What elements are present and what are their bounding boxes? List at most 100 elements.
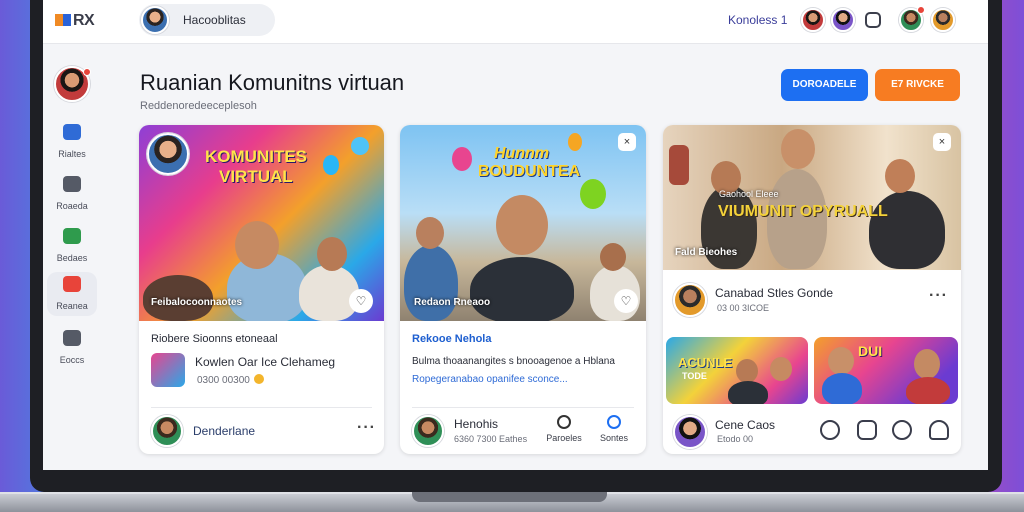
laptop-notch (412, 492, 607, 502)
video-thumbnail-1[interactable]: ACUNLE TODE (666, 337, 808, 404)
author-name[interactable]: Henohis (454, 417, 498, 431)
logo-text: RX (73, 12, 95, 29)
person-head (885, 159, 915, 193)
sidebar-item-bedaes[interactable]: Bedaes (47, 224, 97, 268)
person-head (600, 243, 626, 271)
item-thumbnail[interactable] (151, 353, 185, 387)
action-paroeles[interactable]: Paroeles (546, 415, 582, 443)
person-head (736, 359, 758, 383)
topbar-link[interactable]: Konoless 1 (728, 13, 787, 27)
person-shape (822, 373, 862, 404)
search-box[interactable]: Hacooblitas (139, 4, 275, 36)
notification-dot (917, 6, 925, 14)
sidebar-item-eoccs[interactable]: Eoccs (47, 326, 97, 370)
thumbnail-subtitle: TODE (682, 371, 707, 381)
card-image[interactable]: Hunnm BOUDUNTEA Redaon Rneaoo ♡ × (400, 125, 646, 321)
balloon-icon (323, 155, 339, 175)
app-screen: RX Hacooblitas Konoless 1 Rialtes Roaeda… (43, 0, 988, 470)
action-sontes[interactable]: Sontes (596, 415, 632, 443)
more-options-icon[interactable]: ··· (357, 419, 376, 437)
item-meta: 03 00 3ICOE (717, 303, 770, 313)
profile-avatar[interactable] (931, 8, 955, 32)
author-avatar[interactable] (412, 415, 444, 447)
close-icon[interactable]: × (618, 133, 636, 151)
action-label: Sontes (599, 433, 629, 443)
card-link[interactable]: Ropegeranabao opanifee sconce... (412, 374, 568, 385)
page-title: Ruanian Komunitns virtuan (140, 70, 405, 95)
person-head (781, 129, 815, 169)
close-icon[interactable]: × (933, 133, 951, 151)
coin-icon (253, 374, 264, 384)
image-title-line-1: KOMUNITES (205, 147, 307, 166)
sidebar-item-reanea[interactable]: Reanea (47, 272, 97, 316)
top-bar: RX Hacooblitas Konoless 1 (43, 0, 988, 44)
secondary-button[interactable]: E7 RIVCKE (875, 69, 960, 101)
app-logo[interactable]: RX (55, 12, 95, 30)
card-image[interactable]: Gaohool Eleee VIUMUNIT OPYRUALL Fald Bie… (663, 125, 961, 270)
image-title: KOMUNITES VIRTUAL (205, 147, 307, 187)
video-thumbnail-2[interactable]: DUI (814, 337, 958, 404)
search-text: Hacooblitas (183, 13, 246, 27)
author-avatar[interactable] (151, 415, 183, 447)
thumbnail-title: DUI (858, 343, 883, 359)
item-title[interactable]: Canabad Stles Gonde (715, 286, 833, 300)
wall-frame (669, 145, 689, 185)
balloon-icon (568, 133, 582, 151)
author-avatar[interactable] (673, 415, 707, 449)
person-head (496, 195, 548, 255)
image-title-line-2: BOUDUNTEA (478, 163, 581, 180)
person-head (914, 349, 940, 379)
sidebar-item-label: Roaeda (56, 201, 88, 211)
thumbnail-title: ACUNLE (678, 355, 733, 370)
emoji-icon[interactable] (820, 420, 840, 440)
user-avatar (141, 6, 169, 34)
home-icon (63, 276, 81, 292)
community-card-2[interactable]: Hunnm BOUDUNTEA Redaon Rneaoo ♡ × Rekooe … (400, 125, 646, 454)
friend-avatar-2[interactable] (831, 8, 855, 32)
sidebar-avatar-badge (83, 68, 91, 76)
image-caption-top: Gaohool Eleee (719, 189, 779, 199)
sidebar-item-label: Bedaes (56, 253, 88, 263)
person-shape (728, 381, 768, 404)
person-shape (404, 245, 458, 321)
user-icon[interactable] (929, 420, 949, 440)
share-icon (607, 415, 621, 429)
community-card-3[interactable]: Gaohool Eleee VIUMUNIT OPYRUALL Fald Bie… (663, 125, 961, 454)
author-meta: Etodo 00 (717, 434, 754, 444)
card-divider (412, 407, 634, 408)
people-icon (63, 124, 81, 140)
comment-icon[interactable] (892, 420, 912, 440)
image-title-line-1: Hunnm (494, 145, 550, 162)
card-divider (151, 407, 372, 408)
author-name[interactable]: Cene Caos (715, 418, 775, 432)
card-heading: Rekooe Nehola (412, 333, 492, 345)
item-title[interactable]: Kowlen Oar Ice Clehameg (195, 355, 335, 369)
person-shape (906, 377, 950, 404)
calendar-icon[interactable] (857, 420, 877, 440)
item-meta: 0300 00300 (197, 375, 250, 386)
community-card-1[interactable]: KOMUNITES VIRTUAL Feibalocoonnaotes ♡ Rio… (139, 125, 384, 454)
more-options-icon[interactable]: ··· (929, 287, 948, 305)
primary-button[interactable]: DOROADELE (781, 69, 868, 101)
logo-mark-icon (55, 14, 71, 26)
card-image[interactable]: KOMUNITES VIRTUAL Feibalocoonnaotes ♡ (139, 125, 384, 321)
event-avatar[interactable] (673, 283, 707, 317)
friend-avatar-1[interactable] (801, 8, 825, 32)
heart-icon[interactable]: ♡ (614, 289, 638, 313)
sidebar-item-roaeda[interactable]: Roaeda (47, 172, 97, 216)
person-head (416, 217, 444, 249)
chat-icon[interactable] (865, 12, 881, 28)
image-title: VIUMUNIT OPYRUALL (718, 203, 888, 220)
person-shape (299, 265, 359, 321)
heart-icon[interactable]: ♡ (349, 289, 373, 313)
balloon-icon (452, 147, 472, 171)
image-caption: Feibalocoonnaotes (151, 297, 243, 308)
image-title-line-2: VIRTUAL (219, 167, 293, 186)
author-name[interactable]: Denderlane (193, 424, 255, 438)
image-title: Hunnm BOUDUNTEA (478, 145, 580, 181)
person-head (770, 357, 792, 381)
sidebar-item-rialtes[interactable]: Rialtes (47, 120, 97, 164)
sidebar-item-label: Rialtes (58, 149, 86, 159)
sidebar: Rialtes Roaeda Bedaes Reanea Eoccs (43, 44, 101, 470)
card-body: Bulma thoaanangites s bnooagenoe a Hblan… (412, 356, 615, 367)
